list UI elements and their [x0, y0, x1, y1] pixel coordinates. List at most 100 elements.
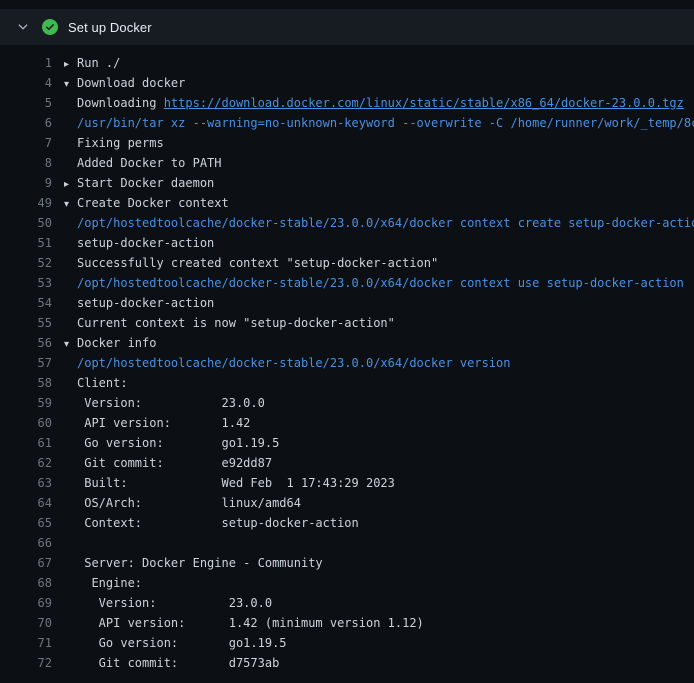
log-line-group[interactable]: 49 ▾Create Docker context [0, 193, 694, 213]
log-line: 61 Go version: go1.19.5 [0, 433, 694, 453]
line-number[interactable]: 9 [0, 173, 52, 193]
line-number[interactable]: 60 [0, 413, 52, 433]
line-content: /opt/hostedtoolcache/docker-stable/23.0.… [64, 213, 694, 233]
line-number[interactable]: 70 [0, 613, 52, 633]
log-line-group[interactable]: 4 ▾Download docker [0, 73, 694, 93]
line-number[interactable]: 49 [0, 193, 52, 213]
line-number[interactable]: 68 [0, 573, 52, 593]
expand-group-icon[interactable]: ▸ [64, 175, 77, 195]
log-line: 7 Fixing perms [0, 133, 694, 153]
line-number[interactable]: 63 [0, 473, 52, 493]
line-content: Go version: go1.19.5 [64, 433, 279, 453]
line-content: Downloading https://download.docker.com/… [64, 93, 684, 113]
log-text: Start Docker daemon [77, 176, 214, 190]
line-content: /opt/hostedtoolcache/docker-stable/23.0.… [64, 353, 510, 373]
line-number[interactable]: 7 [0, 133, 52, 153]
log-line: 54 setup-docker-action [0, 293, 694, 313]
line-content: OS/Arch: linux/amd64 [64, 493, 301, 513]
log-line: 67 Server: Docker Engine - Community [0, 553, 694, 573]
log-text: Run ./ [77, 56, 120, 70]
line-content: /opt/hostedtoolcache/docker-stable/23.0.… [64, 273, 684, 293]
collapse-group-icon[interactable]: ▾ [64, 335, 77, 355]
line-number[interactable]: 61 [0, 433, 52, 453]
line-content: ▸Start Docker daemon [64, 173, 214, 193]
log-text: Context: setup-docker-action [77, 516, 359, 530]
line-content: ▾Docker info [64, 333, 156, 353]
log-text: Git commit: d7573ab [77, 656, 279, 670]
log-line: 59 Version: 23.0.0 [0, 393, 694, 413]
line-content: Successfully created context "setup-dock… [64, 253, 438, 273]
log-text: Create Docker context [77, 196, 229, 210]
line-number[interactable]: 52 [0, 253, 52, 273]
line-number[interactable]: 65 [0, 513, 52, 533]
line-number[interactable]: 66 [0, 533, 52, 553]
log-line-group[interactable]: 56 ▾Docker info [0, 333, 694, 353]
log-line: 52 Successfully created context "setup-do… [0, 253, 694, 273]
log-line: 6/usr/bin/tar xz --warning=no-unknown-ke… [0, 113, 694, 133]
line-number[interactable]: 1 [0, 53, 52, 73]
log-line: 57/opt/hostedtoolcache/docker-stable/23.… [0, 353, 694, 373]
log-line: 8 Added Docker to PATH [0, 153, 694, 173]
line-number[interactable]: 50 [0, 213, 52, 233]
line-content: ▾Download docker [64, 73, 185, 93]
log-text: Client: [77, 376, 128, 390]
line-number[interactable]: 62 [0, 453, 52, 473]
log-text: Added Docker to PATH [77, 156, 222, 170]
line-number[interactable]: 55 [0, 313, 52, 333]
line-content: ▸Run ./ [64, 53, 120, 73]
line-number[interactable]: 56 [0, 333, 52, 353]
log-line: 55Current context is now "setup-docker-a… [0, 313, 694, 333]
log-line-group[interactable]: 1 ▸Run ./ [0, 53, 694, 73]
step-header[interactable]: Set up Docker [0, 9, 694, 45]
line-number[interactable]: 51 [0, 233, 52, 253]
collapse-group-icon[interactable]: ▾ [64, 75, 77, 95]
line-number[interactable]: 4 [0, 73, 52, 93]
line-number[interactable]: 64 [0, 493, 52, 513]
line-content: ▾Create Docker context [64, 193, 229, 213]
log-line: 64 OS/Arch: linux/amd64 [0, 493, 694, 513]
log-text: Download docker [77, 76, 185, 90]
log-line: 63 Built: Wed Feb 1 17:43:29 2023 [0, 473, 694, 493]
step-title: Set up Docker [68, 20, 152, 35]
log-line: 62 Git commit: e92dd87 [0, 453, 694, 473]
log-link[interactable]: https://download.docker.com/linux/static… [164, 96, 684, 110]
log-text: Engine: [77, 576, 142, 590]
log-text: Downloading [77, 96, 164, 110]
expand-group-icon[interactable]: ▸ [64, 55, 77, 75]
line-number[interactable]: 8 [0, 153, 52, 173]
log-line: 5 Downloading https://download.docker.com… [0, 93, 694, 113]
line-number[interactable]: 6 [0, 113, 52, 133]
line-number[interactable]: 54 [0, 293, 52, 313]
log-text: Git commit: e92dd87 [77, 456, 272, 470]
log-text: Go version: go1.19.5 [77, 636, 287, 650]
line-number[interactable]: 58 [0, 373, 52, 393]
log-text: OS/Arch: linux/amd64 [77, 496, 301, 510]
line-number[interactable]: 71 [0, 633, 52, 653]
log-text: Go version: go1.19.5 [77, 436, 279, 450]
log-line: 60 API version: 1.42 [0, 413, 694, 433]
line-content: Git commit: d7573ab [64, 653, 279, 673]
chevron-down-icon[interactable] [16, 20, 30, 34]
log-command-text: /opt/hostedtoolcache/docker-stable/23.0.… [77, 356, 510, 370]
line-number[interactable]: 59 [0, 393, 52, 413]
line-number[interactable]: 72 [0, 653, 52, 673]
log-line-group[interactable]: 9 ▸Start Docker daemon [0, 173, 694, 193]
log-text: API version: 1.42 (minimum version 1.12) [77, 616, 424, 630]
line-number[interactable]: 57 [0, 353, 52, 373]
line-number[interactable]: 5 [0, 93, 52, 113]
line-number[interactable]: 67 [0, 553, 52, 573]
collapse-group-icon[interactable]: ▾ [64, 195, 77, 215]
log-line: 58 Client: [0, 373, 694, 393]
log-text: API version: 1.42 [77, 416, 250, 430]
log-text: Docker info [77, 336, 156, 350]
log-line: 72 Git commit: d7573ab [0, 653, 694, 673]
line-number[interactable]: 69 [0, 593, 52, 613]
line-content [64, 533, 77, 553]
line-content: Added Docker to PATH [64, 153, 222, 173]
log-command-text: /usr/bin/tar xz --warning=no-unknown-key… [77, 116, 694, 130]
line-content: setup-docker-action [64, 293, 214, 313]
line-number[interactable]: 53 [0, 273, 52, 293]
log-line: 53/opt/hostedtoolcache/docker-stable/23.… [0, 273, 694, 293]
log-text: Fixing perms [77, 136, 164, 150]
log-text: Version: 23.0.0 [77, 396, 265, 410]
